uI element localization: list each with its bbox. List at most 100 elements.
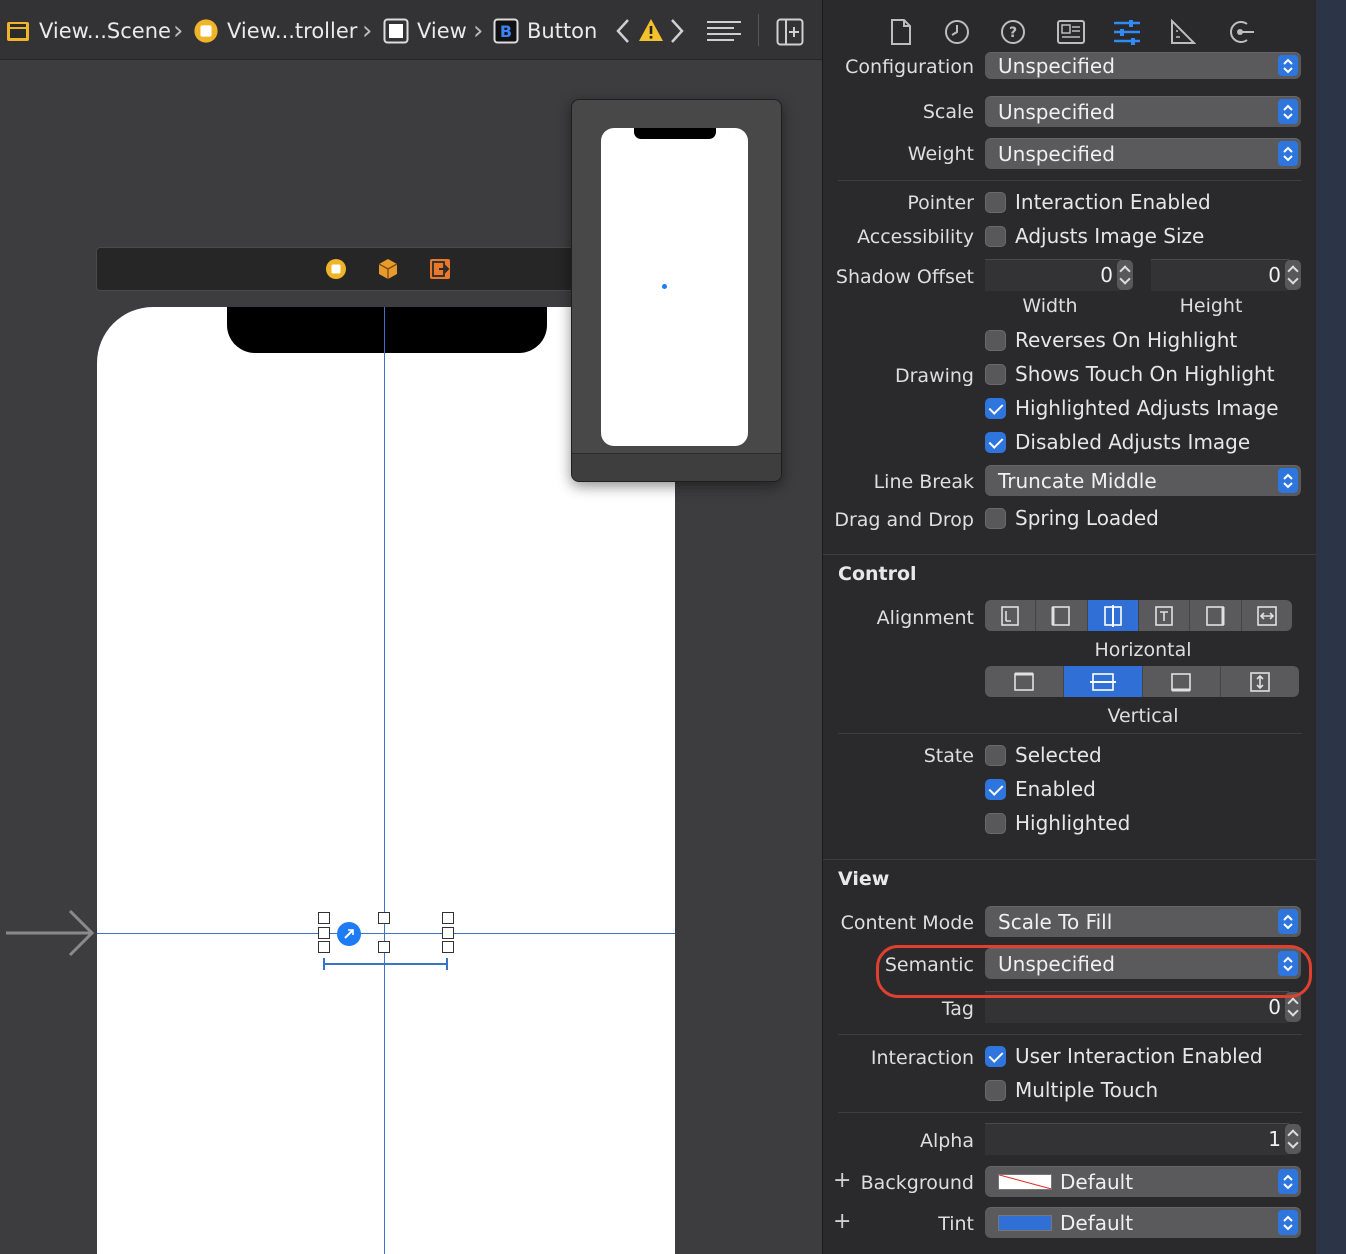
tint-popup[interactable]: Default [985, 1207, 1301, 1238]
divider [838, 733, 1302, 734]
resize-handle[interactable] [318, 912, 330, 924]
user-interaction-enabled-checkbox[interactable] [985, 1046, 1006, 1067]
align-fill-icon [1256, 605, 1277, 626]
line-break-popup[interactable]: Truncate Middle [985, 465, 1301, 496]
jump-bar-item-button[interactable]: B Button [493, 15, 597, 47]
interaction-enabled-checkbox[interactable] [985, 192, 1006, 213]
entry-point-arrow-icon[interactable] [4, 907, 96, 959]
identity-icon[interactable] [1057, 18, 1085, 46]
minimap[interactable] [571, 99, 782, 482]
storyboard-canvas[interactable]: View...Scene › View...troller › View › B… [0, 0, 822, 1254]
connections-icon[interactable] [1227, 18, 1255, 46]
highlighted-checkbox[interactable] [985, 813, 1006, 834]
chevron-right-icon: › [362, 16, 373, 46]
tint-label: Tint [938, 1213, 974, 1235]
valign-center-segment[interactable] [1063, 666, 1143, 697]
exit-icon[interactable] [429, 258, 451, 280]
alpha-stepper[interactable] [1285, 1124, 1301, 1154]
shadow-offset-width-field[interactable]: 0 [985, 259, 1121, 291]
svg-text:?: ? [1009, 25, 1017, 41]
button-icon: B [493, 18, 519, 44]
minimap-selection-dot [662, 284, 667, 289]
valign-top-segment[interactable] [985, 666, 1064, 697]
weight-popup[interactable]: Unspecified [985, 138, 1301, 169]
jump-bar-label-controller: View...troller [227, 19, 358, 43]
attributes-inspector: ? Configuration Unspecified Scale Unspec… [822, 0, 1316, 1254]
line-break-value: Truncate Middle [998, 468, 1157, 493]
weight-value: Unspecified [998, 141, 1115, 166]
align-leading-icon [1051, 605, 1071, 626]
valign-bottom-segment[interactable] [1143, 666, 1222, 697]
resize-handle[interactable] [378, 912, 390, 924]
align-trailing-segment[interactable] [1139, 600, 1191, 631]
adjusts-image-size-label: Adjusts Image Size [1015, 224, 1205, 248]
previous-issue-icon[interactable] [614, 16, 632, 50]
background-popup[interactable]: Default [985, 1166, 1301, 1197]
adjusts-image-size-checkbox[interactable] [985, 226, 1006, 247]
file-icon[interactable] [887, 18, 915, 46]
view-section-title: View [838, 868, 890, 890]
jump-bar-item-controller[interactable]: View...troller [193, 15, 357, 47]
shadow-offset-height-field[interactable]: 0 [1151, 259, 1289, 291]
drag-and-drop-label: Drag and Drop [834, 509, 974, 531]
content-mode-popup[interactable]: Scale To Fill [985, 906, 1301, 937]
reverses-on-highlight-label: Reverses On Highlight [1015, 328, 1238, 352]
jump-bar-item-scene[interactable]: View...Scene [5, 15, 171, 47]
shadow-offset-label: Shadow Offset [835, 266, 974, 288]
alpha-field[interactable]: 1 [985, 1123, 1289, 1155]
selected-button-badge[interactable] [337, 922, 361, 946]
chevron-updown-icon [1278, 951, 1298, 976]
shows-touch-checkbox[interactable] [985, 364, 1006, 385]
add-variation-icon[interactable]: + [833, 1209, 851, 1234]
selected-checkbox[interactable] [985, 745, 1006, 766]
minimap-device [601, 128, 748, 446]
tag-stepper[interactable] [1285, 992, 1301, 1022]
help-icon[interactable]: ? [999, 18, 1027, 46]
spring-loaded-checkbox[interactable] [985, 508, 1006, 529]
semantic-popup[interactable]: Unspecified [985, 948, 1301, 979]
align-leading-segment[interactable] [1036, 600, 1088, 631]
chevron-updown-icon [1278, 909, 1298, 934]
next-issue-icon[interactable] [668, 16, 686, 50]
resize-handle[interactable] [318, 927, 330, 939]
highlighted-adjusts-image-checkbox[interactable] [985, 398, 1006, 419]
resize-handle[interactable] [442, 941, 454, 953]
attributes-icon[interactable] [1113, 18, 1141, 46]
enabled-checkbox[interactable] [985, 779, 1006, 800]
align-left-segment[interactable] [985, 600, 1037, 631]
resize-handle[interactable] [318, 941, 330, 953]
scene-dock [96, 247, 576, 291]
first-responder-icon[interactable] [377, 258, 399, 280]
chevron-updown-icon [1278, 141, 1298, 166]
reverses-on-highlight-checkbox[interactable] [985, 330, 1006, 351]
view-icon [383, 18, 409, 44]
multiple-touch-checkbox[interactable] [985, 1080, 1006, 1101]
view-controller-icon[interactable] [325, 258, 347, 280]
resize-handle[interactable] [442, 927, 454, 939]
shadow-height-stepper[interactable] [1285, 260, 1301, 290]
resize-diagonal-icon [344, 929, 354, 939]
configuration-popup[interactable]: Unspecified [985, 52, 1301, 79]
chevron-updown-icon [1278, 1169, 1298, 1194]
add-editor-icon[interactable] [776, 18, 804, 50]
align-center-segment[interactable] [1087, 600, 1139, 631]
add-variation-icon[interactable]: + [833, 1168, 851, 1193]
jump-bar-item-view[interactable]: View [383, 15, 467, 47]
resize-handle[interactable] [442, 912, 454, 924]
editor-options-icon[interactable] [706, 20, 742, 48]
scale-popup[interactable]: Unspecified [985, 96, 1301, 127]
valign-fill-segment[interactable] [1221, 666, 1299, 697]
align-fill-segment[interactable] [1242, 600, 1292, 631]
control-section-title: Control [838, 563, 917, 585]
chevron-updown-icon [1278, 55, 1298, 76]
tag-field[interactable]: 0 [985, 991, 1289, 1023]
history-icon[interactable] [943, 18, 971, 46]
disabled-adjusts-image-checkbox[interactable] [985, 432, 1006, 453]
size-icon[interactable] [1169, 18, 1197, 46]
align-top-icon [1014, 672, 1034, 691]
disabled-adjusts-image-label: Disabled Adjusts Image [1015, 430, 1251, 454]
align-right-segment[interactable] [1190, 600, 1242, 631]
shadow-width-stepper[interactable] [1117, 260, 1133, 290]
resize-handle[interactable] [378, 941, 390, 953]
warning-icon[interactable] [638, 18, 664, 46]
